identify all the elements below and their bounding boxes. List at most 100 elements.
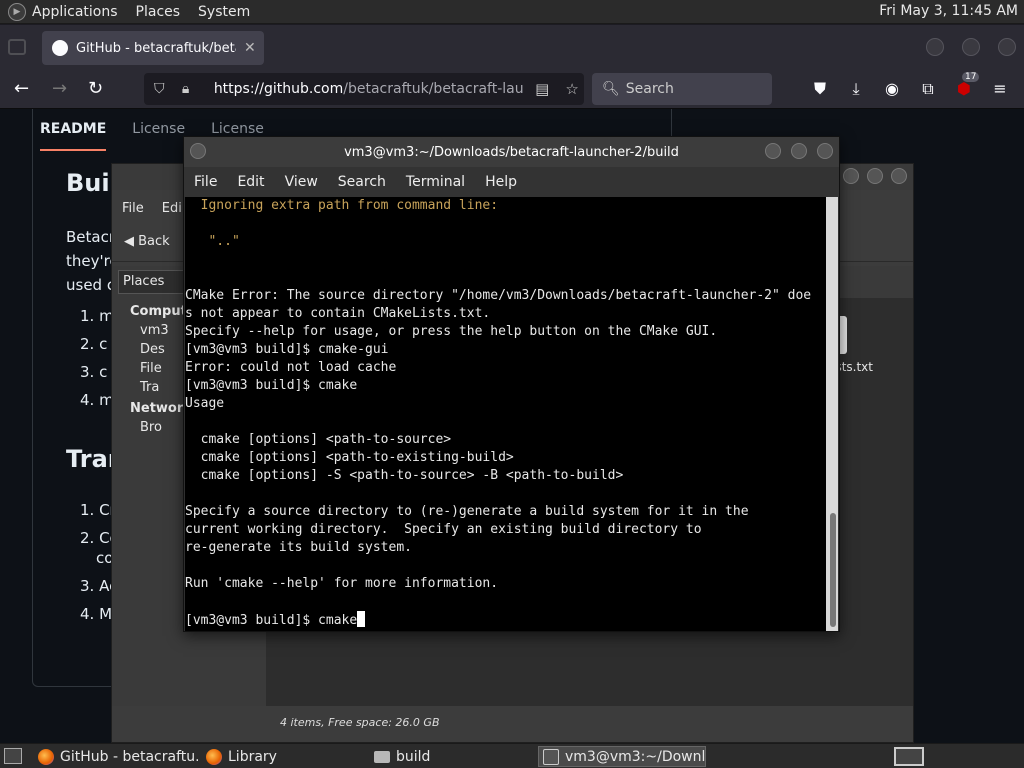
applications-menu[interactable]: Applications — [32, 4, 118, 20]
term-menu-edit[interactable]: Edit — [237, 174, 264, 190]
tab-title: GitHub - betacraftuk/betacr — [76, 40, 236, 56]
fm-maximize-button[interactable] — [867, 168, 883, 184]
term-line: Error: could not load cache — [185, 360, 397, 375]
scrollbar-thumb[interactable] — [830, 513, 836, 627]
fm-window-controls — [843, 168, 907, 184]
bookmark-star-icon[interactable]: ☆ — [560, 80, 584, 98]
firefox-icon — [38, 748, 54, 765]
terminal-icon — [543, 748, 559, 765]
terminal-menubar: File Edit View Search Terminal Help — [184, 167, 839, 197]
term-menu-help[interactable]: Help — [485, 174, 517, 190]
term-line: Specify --help for usage, or press the h… — [185, 324, 718, 339]
term-line: ​ — [185, 593, 827, 611]
clock[interactable]: Fri May 3, 11:45 AM — [879, 3, 1018, 19]
term-menu-file[interactable]: File — [194, 174, 217, 190]
term-line: ​ — [185, 269, 827, 287]
lock-icon[interactable]: 🔒︎ — [182, 81, 200, 97]
term-line: CMake Error: The source directory "/home… — [185, 288, 812, 303]
fm-menubar: File Edi — [112, 196, 182, 220]
search-icon: 🔍︎ — [602, 81, 620, 97]
sidebar-icon[interactable] — [8, 39, 26, 55]
fm-minimize-button[interactable] — [843, 168, 859, 184]
task-firefox-github[interactable]: GitHub - betacraftu... — [38, 746, 198, 767]
term-line: ​ — [185, 251, 827, 269]
tab-strip: GitHub - betacraftuk/betacr ✕ — [0, 25, 1024, 69]
terminal-output[interactable]: Ignoring extra path from command line:​ … — [185, 197, 827, 631]
task-file-manager-build[interactable]: build — [374, 746, 534, 767]
task-terminal[interactable]: vm3@vm3:~/Downl... — [538, 746, 706, 767]
term-line: current working directory. Specify an ex… — [185, 522, 702, 537]
term-warn-line: ".." — [185, 234, 240, 249]
fm-menu-edit[interactable]: Edi — [162, 201, 182, 216]
terminal-titlebar[interactable]: vm3@vm3:~/Downloads/betacraft-launcher-2… — [184, 137, 839, 167]
nav-toolbar: ← → ↻ ⛉ 🔒︎ https://github.com/betacraftu… — [0, 69, 1024, 109]
show-desktop-icon[interactable] — [4, 748, 22, 764]
url-bar[interactable]: ⛉ 🔒︎ https://github.com/betacraftuk/beta… — [144, 73, 584, 105]
term-menu-view[interactable]: View — [285, 174, 318, 190]
window-controls — [926, 38, 1016, 56]
term-line: s not appear to contain CMakeLists.txt. — [185, 306, 491, 321]
places-menu[interactable]: Places — [136, 4, 181, 20]
term-line: cmake [options] <path-to-existing-build> — [185, 450, 514, 465]
close-window-button[interactable] — [998, 38, 1016, 56]
github-icon — [52, 40, 68, 56]
account-icon[interactable]: ◉ — [882, 79, 902, 98]
firefox-icon — [206, 748, 222, 765]
forward-arrow-icon[interactable]: → — [52, 78, 67, 99]
term-line: cmake [options] -S <path-to-source> -B <… — [185, 468, 624, 483]
fm-menu-file[interactable]: File — [122, 201, 144, 216]
build-steps-list: 1. m 2. c 3. c 4. m — [80, 307, 114, 409]
folder-icon — [374, 750, 390, 763]
term-line: ​ — [185, 413, 827, 431]
term-line: ​ — [185, 485, 827, 503]
browser-tab[interactable]: GitHub - betacraftuk/betacr ✕ — [42, 31, 264, 65]
back-arrow-icon: ◀ — [124, 234, 139, 249]
close-tab-icon[interactable]: ✕ — [244, 40, 256, 56]
term-close-button[interactable] — [817, 143, 833, 159]
tab-readme[interactable]: README — [40, 121, 107, 151]
text-cursor — [357, 611, 366, 627]
back-arrow-icon[interactable]: ← — [14, 78, 29, 99]
search-bar[interactable]: 🔍︎ Search — [592, 73, 772, 105]
pocket-icon[interactable]: ⛊ — [810, 79, 830, 99]
shield-icon[interactable]: ⛉ — [154, 81, 172, 97]
reader-view-icon[interactable]: ▤ — [530, 80, 554, 98]
fm-back-button[interactable]: ◀ Back — [124, 234, 170, 249]
top-panel: ▶ Applications Places System Fri May 3, … — [0, 0, 1024, 24]
term-menu-terminal[interactable]: Terminal — [406, 174, 465, 190]
terminal-title: vm3@vm3:~/Downloads/betacraft-launcher-2… — [344, 144, 679, 160]
tab-license[interactable]: License — [132, 121, 185, 151]
download-icon[interactable]: ⤓ — [846, 79, 866, 99]
maximize-button[interactable] — [962, 38, 980, 56]
term-maximize-button[interactable] — [791, 143, 807, 159]
hamburger-menu-icon[interactable]: ≡ — [990, 79, 1010, 98]
term-line: Specify a source directory to (re-)gener… — [185, 504, 749, 519]
task-firefox-library[interactable]: Library — [206, 746, 366, 767]
minimize-button[interactable] — [926, 38, 944, 56]
extensions-icon[interactable]: ⧉ — [918, 79, 938, 99]
file-label[interactable]: sts.txt — [835, 360, 873, 374]
bottom-taskbar: GitHub - betacraftu... Library build vm3… — [0, 743, 1024, 768]
window-menu-button[interactable] — [190, 143, 206, 159]
term-line: cmake [options] <path-to-source> — [185, 432, 452, 447]
term-line: ​ — [185, 557, 827, 575]
term-line: [vm3@vm3 build]$ cmake-gui — [185, 342, 389, 357]
term-line: Run 'cmake --help' for more information. — [185, 576, 499, 591]
url-text[interactable]: https://github.com/betacraftuk/betacraft… — [214, 81, 524, 97]
term-prompt: [vm3@vm3 build]$ cmake — [185, 613, 358, 628]
term-menu-search[interactable]: Search — [338, 174, 386, 190]
workspace-switcher[interactable] — [894, 747, 924, 766]
fm-statusbar: 4 items, Free space: 26.0 GB — [280, 716, 440, 729]
term-minimize-button[interactable] — [765, 143, 781, 159]
term-line: [vm3@vm3 build]$ cmake — [185, 378, 358, 393]
term-line: re-generate its build system. — [185, 540, 412, 555]
term-blank-line: ​ — [185, 215, 827, 233]
term-warn-line: Ignoring extra path from command line: — [185, 198, 499, 213]
reload-icon[interactable]: ↻ — [88, 78, 103, 99]
distro-logo-icon[interactable]: ▶ — [8, 2, 26, 21]
fm-close-button[interactable] — [891, 168, 907, 184]
search-placeholder: Search — [625, 81, 674, 97]
terminal-window: vm3@vm3:~/Downloads/betacraft-launcher-2… — [183, 136, 840, 632]
system-menu[interactable]: System — [198, 4, 250, 20]
term-prompt-line: [vm3@vm3 build]$ cmake — [185, 611, 827, 630]
